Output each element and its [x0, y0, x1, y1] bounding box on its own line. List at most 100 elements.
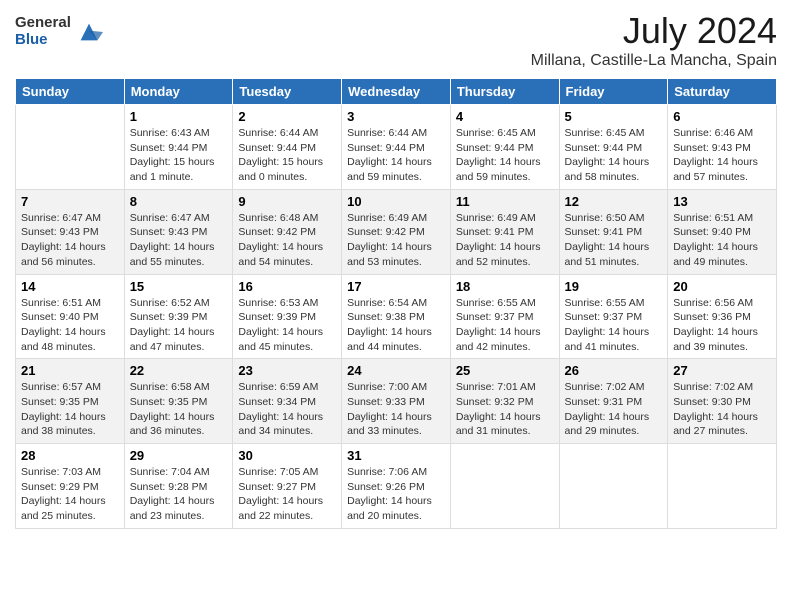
cell-sun-info: Sunrise: 6:44 AM Sunset: 9:44 PM Dayligh… — [238, 126, 336, 185]
calendar-cell: 11Sunrise: 6:49 AM Sunset: 9:41 PM Dayli… — [450, 189, 559, 274]
cell-sun-info: Sunrise: 7:04 AM Sunset: 9:28 PM Dayligh… — [130, 465, 228, 524]
cell-sun-info: Sunrise: 6:43 AM Sunset: 9:44 PM Dayligh… — [130, 126, 228, 185]
week-row-4: 21Sunrise: 6:57 AM Sunset: 9:35 PM Dayli… — [16, 359, 777, 444]
calendar-cell — [450, 444, 559, 529]
day-number: 10 — [347, 194, 445, 209]
cell-sun-info: Sunrise: 6:58 AM Sunset: 9:35 PM Dayligh… — [130, 380, 228, 439]
day-number: 2 — [238, 109, 336, 124]
cell-sun-info: Sunrise: 6:49 AM Sunset: 9:42 PM Dayligh… — [347, 211, 445, 270]
calendar-cell: 12 Sunrise: 6:50 AM Sunset: 9:41 PM Dayli… — [559, 189, 668, 274]
day-header-thursday: Thursday — [450, 79, 559, 105]
cell-sun-info: Sunrise: 6:49 AM Sunset: 9:41 PM Dayligh… — [456, 211, 554, 270]
day-number: 16 — [238, 279, 336, 294]
day-number: 17 — [347, 279, 445, 294]
calendar-cell: 29Sunrise: 7:04 AM Sunset: 9:28 PM Dayli… — [124, 444, 233, 529]
day-number: 30 — [238, 448, 336, 463]
calendar-cell: 22 Sunrise: 6:58 AM Sunset: 9:35 PM Dayli… — [124, 359, 233, 444]
calendar-cell — [559, 444, 668, 529]
day-number: 22 — [130, 363, 228, 378]
day-header-tuesday: Tuesday — [233, 79, 342, 105]
cell-sun-info: Sunrise: 6:55 AM Sunset: 9:37 PM Dayligh… — [456, 296, 554, 355]
cell-sun-info: Sunrise: 6:54 AM Sunset: 9:38 PM Dayligh… — [347, 296, 445, 355]
day-number: 1 — [130, 109, 228, 124]
day-number: 5 — [565, 109, 663, 124]
cell-sun-info: Sunrise: 6:50 AM Sunset: 9:41 PM Dayligh… — [565, 211, 663, 270]
cell-sun-info: Sunrise: 6:51 AM Sunset: 9:40 PM Dayligh… — [21, 296, 119, 355]
day-number: 20 — [673, 279, 771, 294]
day-number: 31 — [347, 448, 445, 463]
cell-sun-info: Sunrise: 7:06 AM Sunset: 9:26 PM Dayligh… — [347, 465, 445, 524]
cell-sun-info: Sunrise: 6:56 AM Sunset: 9:36 PM Dayligh… — [673, 296, 771, 355]
calendar-cell — [16, 105, 125, 190]
calendar-cell: 7 Sunrise: 6:47 AM Sunset: 9:43 PM Daylig… — [16, 189, 125, 274]
day-header-monday: Monday — [124, 79, 233, 105]
calendar-cell: 2 Sunrise: 6:44 AM Sunset: 9:44 PM Daylig… — [233, 105, 342, 190]
calendar-cell: 31 Sunrise: 7:06 AM Sunset: 9:26 PM Dayli… — [342, 444, 451, 529]
day-number: 3 — [347, 109, 445, 124]
calendar-cell: 3 Sunrise: 6:44 AM Sunset: 9:44 PM Daylig… — [342, 105, 451, 190]
cell-sun-info: Sunrise: 6:52 AM Sunset: 9:39 PM Dayligh… — [130, 296, 228, 355]
day-number: 19 — [565, 279, 663, 294]
cell-sun-info: Sunrise: 6:57 AM Sunset: 9:35 PM Dayligh… — [21, 380, 119, 439]
day-number: 13 — [673, 194, 771, 209]
day-number: 8 — [130, 194, 228, 209]
week-row-2: 7 Sunrise: 6:47 AM Sunset: 9:43 PM Daylig… — [16, 189, 777, 274]
calendar-cell: 19 Sunrise: 6:55 AM Sunset: 9:37 PM Dayli… — [559, 274, 668, 359]
logo-general: General — [15, 15, 71, 32]
calendar-cell: 9Sunrise: 6:48 AM Sunset: 9:42 PM Daylig… — [233, 189, 342, 274]
day-header-wednesday: Wednesday — [342, 79, 451, 105]
day-number: 4 — [456, 109, 554, 124]
cell-sun-info: Sunrise: 6:47 AM Sunset: 9:43 PM Dayligh… — [21, 211, 119, 270]
day-header-saturday: Saturday — [668, 79, 777, 105]
cell-sun-info: Sunrise: 6:45 AM Sunset: 9:44 PM Dayligh… — [565, 126, 663, 185]
day-number: 27 — [673, 363, 771, 378]
logo-text: General Blue — [15, 15, 71, 48]
logo-blue: Blue — [15, 32, 71, 49]
day-number: 15 — [130, 279, 228, 294]
calendar-cell: 18Sunrise: 6:55 AM Sunset: 9:37 PM Dayli… — [450, 274, 559, 359]
calendar-cell: 26 Sunrise: 7:02 AM Sunset: 9:31 PM Dayli… — [559, 359, 668, 444]
cell-sun-info: Sunrise: 6:47 AM Sunset: 9:43 PM Dayligh… — [130, 211, 228, 270]
cell-sun-info: Sunrise: 6:46 AM Sunset: 9:43 PM Dayligh… — [673, 126, 771, 185]
day-number: 23 — [238, 363, 336, 378]
calendar-cell: 5 Sunrise: 6:45 AM Sunset: 9:44 PM Daylig… — [559, 105, 668, 190]
cell-sun-info: Sunrise: 7:02 AM Sunset: 9:31 PM Dayligh… — [565, 380, 663, 439]
sub-title: Millana, Castille-La Mancha, Spain — [531, 52, 777, 70]
day-number: 25 — [456, 363, 554, 378]
day-number: 7 — [21, 194, 119, 209]
calendar-cell: 1 Sunrise: 6:43 AM Sunset: 9:44 PM Daylig… — [124, 105, 233, 190]
days-header-row: SundayMondayTuesdayWednesdayThursdayFrid… — [16, 79, 777, 105]
cell-sun-info: Sunrise: 6:59 AM Sunset: 9:34 PM Dayligh… — [238, 380, 336, 439]
cell-sun-info: Sunrise: 6:45 AM Sunset: 9:44 PM Dayligh… — [456, 126, 554, 185]
day-number: 12 — [565, 194, 663, 209]
week-row-3: 14Sunrise: 6:51 AM Sunset: 9:40 PM Dayli… — [16, 274, 777, 359]
calendar-cell: 28Sunrise: 7:03 AM Sunset: 9:29 PM Dayli… — [16, 444, 125, 529]
calendar-table: SundayMondayTuesdayWednesdayThursdayFrid… — [15, 78, 777, 529]
day-number: 24 — [347, 363, 445, 378]
cell-sun-info: Sunrise: 7:01 AM Sunset: 9:32 PM Dayligh… — [456, 380, 554, 439]
calendar-cell — [668, 444, 777, 529]
calendar-cell: 24 Sunrise: 7:00 AM Sunset: 9:33 PM Dayli… — [342, 359, 451, 444]
main-title: July 2024 — [531, 10, 777, 52]
calendar-cell: 16 Sunrise: 6:53 AM Sunset: 9:39 PM Dayli… — [233, 274, 342, 359]
calendar-cell: 21Sunrise: 6:57 AM Sunset: 9:35 PM Dayli… — [16, 359, 125, 444]
cell-sun-info: Sunrise: 7:00 AM Sunset: 9:33 PM Dayligh… — [347, 380, 445, 439]
calendar-cell: 6 Sunrise: 6:46 AM Sunset: 9:43 PM Daylig… — [668, 105, 777, 190]
title-area: July 2024 Millana, Castille-La Mancha, S… — [531, 10, 777, 70]
calendar-cell: 4 Sunrise: 6:45 AM Sunset: 9:44 PM Daylig… — [450, 105, 559, 190]
cell-sun-info: Sunrise: 6:55 AM Sunset: 9:37 PM Dayligh… — [565, 296, 663, 355]
calendar-cell: 30Sunrise: 7:05 AM Sunset: 9:27 PM Dayli… — [233, 444, 342, 529]
calendar-cell: 14Sunrise: 6:51 AM Sunset: 9:40 PM Dayli… — [16, 274, 125, 359]
week-row-1: 1 Sunrise: 6:43 AM Sunset: 9:44 PM Daylig… — [16, 105, 777, 190]
logo-icon — [75, 18, 103, 46]
cell-sun-info: Sunrise: 6:53 AM Sunset: 9:39 PM Dayligh… — [238, 296, 336, 355]
day-number: 6 — [673, 109, 771, 124]
day-number: 26 — [565, 363, 663, 378]
cell-sun-info: Sunrise: 7:03 AM Sunset: 9:29 PM Dayligh… — [21, 465, 119, 524]
logo: General Blue — [15, 15, 103, 48]
page-header: General Blue July 2024 Millana, Castille… — [15, 10, 777, 70]
calendar-cell: 8 Sunrise: 6:47 AM Sunset: 9:43 PM Daylig… — [124, 189, 233, 274]
calendar-cell: 20 Sunrise: 6:56 AM Sunset: 9:36 PM Dayli… — [668, 274, 777, 359]
calendar-cell: 27Sunrise: 7:02 AM Sunset: 9:30 PM Dayli… — [668, 359, 777, 444]
cell-sun-info: Sunrise: 6:44 AM Sunset: 9:44 PM Dayligh… — [347, 126, 445, 185]
